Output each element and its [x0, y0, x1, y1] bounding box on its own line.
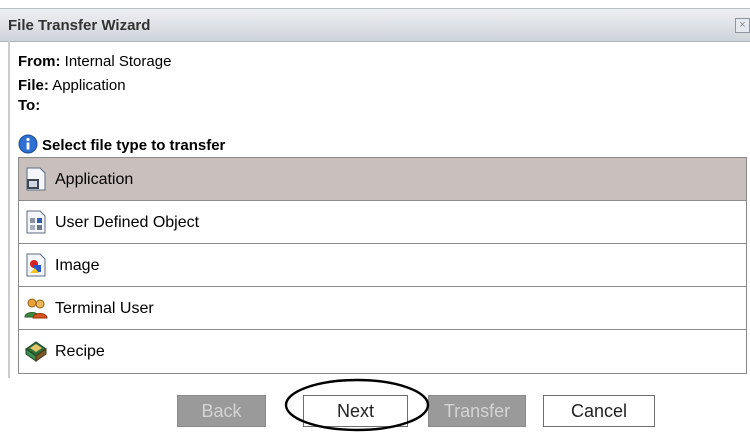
list-item-label: Terminal User: [55, 300, 154, 317]
select-heading-text: Select file type to transfer: [42, 137, 226, 154]
transfer-button[interactable]: Transfer: [428, 395, 526, 427]
list-item-label: User Defined Object: [55, 214, 200, 231]
title-bar: File Transfer Wizard ×: [0, 8, 750, 42]
user-defined-object-icon: [24, 210, 48, 234]
next-highlight-ellipse: [284, 378, 430, 432]
info-icon: [18, 134, 38, 158]
close-icon[interactable]: ×: [735, 18, 750, 33]
list-item-terminal-user[interactable]: Terminal User: [19, 287, 746, 330]
to-line: To:: [18, 98, 40, 114]
recipe-icon: [24, 339, 48, 363]
file-line: File: Application: [18, 78, 126, 94]
back-button[interactable]: Back: [177, 395, 266, 427]
terminal-user-icon: [24, 296, 48, 320]
file-type-list: Application User Defined Object Image Te…: [18, 157, 747, 374]
from-label: From:: [18, 53, 61, 70]
list-item-image[interactable]: Image: [19, 244, 746, 287]
list-item-user-defined-object[interactable]: User Defined Object: [19, 201, 746, 244]
cancel-button[interactable]: Cancel: [543, 395, 655, 427]
window-frame: [8, 41, 10, 378]
select-heading: Select file type to transfer: [18, 134, 225, 158]
from-line: From: Internal Storage: [18, 54, 171, 70]
list-item-recipe[interactable]: Recipe: [19, 330, 746, 372]
list-item-label: Image: [55, 257, 100, 274]
application-icon: [24, 167, 48, 191]
list-item-label: Application: [55, 171, 134, 188]
file-label: File:: [18, 77, 49, 94]
file-value: Application: [52, 77, 126, 94]
to-label: To:: [18, 97, 41, 114]
list-item-application[interactable]: Application: [19, 158, 746, 201]
image-icon: [24, 253, 48, 277]
from-value: Internal Storage: [64, 53, 172, 70]
list-item-label: Recipe: [55, 343, 105, 360]
window-title: File Transfer Wizard: [8, 17, 151, 34]
